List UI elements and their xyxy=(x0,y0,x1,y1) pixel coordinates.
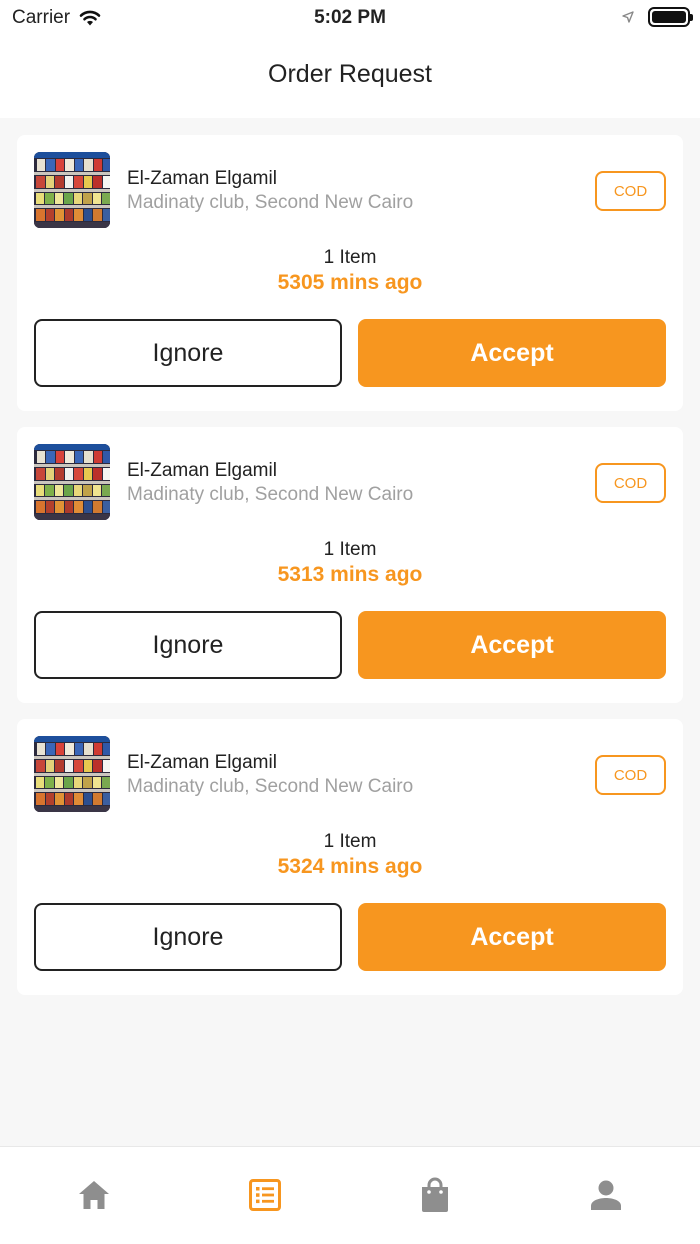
accept-button[interactable]: Accept xyxy=(358,319,666,387)
status-indicators xyxy=(622,7,693,27)
store-address: Madinaty club, Second New Cairo xyxy=(127,776,414,797)
battery-icon xyxy=(648,7,693,27)
order-list: El-Zaman Elgamil Madinaty club, Second N… xyxy=(17,135,683,1011)
store-name: El-Zaman Elgamil xyxy=(127,460,277,481)
item-count: 1 Item xyxy=(323,831,377,852)
store-address: Madinaty club, Second New Cairo xyxy=(127,192,414,213)
battery-level xyxy=(652,11,686,23)
page-title: Order Request xyxy=(268,60,432,88)
store-thumbnail xyxy=(34,152,110,228)
nav-bar: Order Request xyxy=(0,36,700,118)
tab-bar xyxy=(0,1146,700,1244)
ignore-button[interactable]: Ignore xyxy=(34,319,342,387)
tab-orders[interactable] xyxy=(245,1175,285,1215)
location-arrow-icon xyxy=(622,11,634,23)
payment-method-badge: COD xyxy=(595,463,666,503)
store-thumbnail xyxy=(34,444,110,520)
order-time-ago: 5313 mins ago xyxy=(277,563,423,586)
tab-cart[interactable] xyxy=(415,1175,455,1215)
payment-method-badge: COD xyxy=(595,755,666,795)
home-icon xyxy=(79,1181,109,1209)
store-name: El-Zaman Elgamil xyxy=(127,168,277,189)
order-time-ago: 5324 mins ago xyxy=(277,855,423,878)
accept-button[interactable]: Accept xyxy=(358,903,666,971)
status-bar: Carrier 5:02 PM xyxy=(0,0,700,36)
accept-button[interactable]: Accept xyxy=(358,611,666,679)
item-count: 1 Item xyxy=(323,539,377,560)
order-card[interactable]: El-Zaman Elgamil Madinaty club, Second N… xyxy=(17,427,683,703)
order-card[interactable]: El-Zaman Elgamil Madinaty club, Second N… xyxy=(17,719,683,995)
ignore-button[interactable]: Ignore xyxy=(34,611,342,679)
status-time: 5:02 PM xyxy=(314,7,386,28)
profile-icon xyxy=(591,1180,621,1210)
ignore-button[interactable]: Ignore xyxy=(34,903,342,971)
payment-method-badge: COD xyxy=(595,171,666,211)
item-count: 1 Item xyxy=(323,247,377,268)
store-name: El-Zaman Elgamil xyxy=(127,752,277,773)
order-card[interactable]: El-Zaman Elgamil Madinaty club, Second N… xyxy=(17,135,683,411)
order-list-icon xyxy=(249,1179,281,1211)
shopping-bag-icon xyxy=(422,1177,448,1212)
order-time-ago: 5305 mins ago xyxy=(277,271,423,294)
store-thumbnail xyxy=(34,736,110,812)
store-address: Madinaty club, Second New Cairo xyxy=(127,484,414,505)
tab-home[interactable] xyxy=(74,1175,114,1215)
tab-profile[interactable] xyxy=(586,1175,626,1215)
